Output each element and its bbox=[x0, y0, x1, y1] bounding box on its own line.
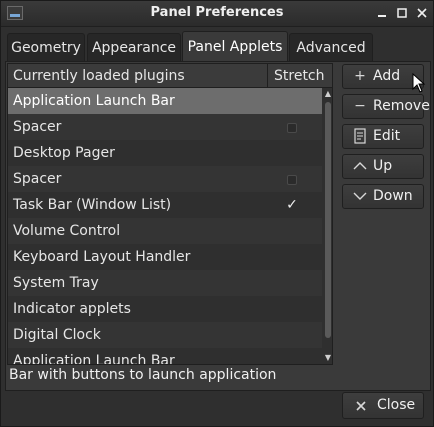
plugin-name: Spacer bbox=[13, 119, 62, 135]
stretch-checkbox[interactable]: ✓ bbox=[285, 192, 299, 218]
chevron-down-icon bbox=[351, 185, 369, 208]
tab-bar: Geometry Appearance Panel Applets Advanc… bbox=[5, 31, 431, 61]
column-header-stretch[interactable]: Stretch bbox=[267, 64, 331, 88]
list-item[interactable]: Application Launch Bar bbox=[8, 88, 322, 114]
close-x-icon bbox=[353, 393, 369, 418]
checkmark-icon: ✓ bbox=[286, 197, 298, 213]
list-item[interactable]: Volume Control bbox=[8, 218, 322, 244]
remove-button-label: Remove bbox=[373, 98, 430, 114]
plugin-name: Application Launch Bar bbox=[13, 353, 175, 365]
list-item[interactable]: Digital Clock bbox=[8, 322, 322, 348]
scroll-down-icon[interactable]: ▼ bbox=[324, 354, 332, 362]
list-item[interactable]: Keyboard Layout Handler bbox=[8, 244, 322, 270]
remove-button[interactable]: − Remove bbox=[342, 94, 430, 119]
move-down-button[interactable]: Down bbox=[342, 184, 424, 209]
list-item[interactable]: Indicator applets bbox=[8, 296, 322, 322]
scroll-up-icon[interactable]: ▲ bbox=[324, 90, 332, 98]
tab-panel-applets[interactable]: Panel Applets bbox=[182, 31, 288, 61]
column-header-plugins[interactable]: Currently loaded plugins bbox=[13, 64, 185, 88]
panel-preferences-window: Panel Preferences Geometry Appearance Pa… bbox=[0, 0, 434, 427]
list-header: Currently loaded plugins Stretch bbox=[8, 64, 332, 88]
list-item[interactable]: Application Launch Bar bbox=[8, 348, 322, 365]
list-item[interactable]: Task Bar (Window List) ✓ bbox=[8, 192, 322, 218]
list-item[interactable]: System Tray bbox=[8, 270, 322, 296]
plugin-name: Application Launch Bar bbox=[13, 93, 175, 109]
scrollbar[interactable]: ▲ ▼ bbox=[324, 88, 332, 364]
empty-checkbox-icon bbox=[287, 123, 297, 133]
plugin-name: Keyboard Layout Handler bbox=[13, 249, 191, 265]
plugin-name: Volume Control bbox=[13, 223, 121, 239]
edit-icon bbox=[351, 125, 369, 148]
close-icon[interactable] bbox=[415, 6, 429, 20]
plugin-name: Indicator applets bbox=[13, 301, 131, 317]
tab-geometry[interactable]: Geometry bbox=[7, 33, 85, 61]
minimize-icon[interactable] bbox=[375, 6, 389, 20]
scrollbar-thumb[interactable] bbox=[325, 102, 331, 338]
tab-appearance[interactable]: Appearance bbox=[87, 33, 181, 61]
list-rows: Application Launch Bar Spacer Desktop Page… bbox=[8, 88, 322, 365]
list-item[interactable]: Desktop Pager bbox=[8, 140, 322, 166]
chevron-up-icon bbox=[351, 155, 369, 178]
title-bar[interactable]: Panel Preferences bbox=[1, 1, 433, 27]
stretch-checkbox[interactable] bbox=[285, 114, 299, 140]
down-button-label: Down bbox=[373, 188, 413, 204]
minus-icon: − bbox=[354, 98, 366, 114]
plugin-name: Task Bar (Window List) bbox=[13, 197, 172, 213]
close-button[interactable]: Close bbox=[342, 392, 424, 419]
add-button-label: Add bbox=[373, 68, 401, 84]
empty-checkbox-icon bbox=[287, 175, 297, 185]
maximize-icon[interactable] bbox=[395, 6, 409, 20]
plugin-description: Bar with buttons to launch application bbox=[9, 367, 329, 385]
edit-button[interactable]: Edit bbox=[342, 124, 424, 149]
list-item[interactable]: Spacer bbox=[8, 114, 322, 140]
plus-icon: + bbox=[354, 68, 366, 84]
stretch-checkbox[interactable] bbox=[285, 166, 299, 192]
mouse-pointer-icon bbox=[412, 72, 426, 93]
plugin-name: Digital Clock bbox=[13, 327, 101, 343]
move-up-button[interactable]: Up bbox=[342, 154, 424, 179]
edit-button-label: Edit bbox=[373, 128, 401, 144]
plugin-name: System Tray bbox=[13, 275, 99, 291]
plugins-list[interactable]: Currently loaded plugins Stretch Applica… bbox=[7, 63, 333, 365]
up-button-label: Up bbox=[373, 158, 393, 174]
plugin-name: Spacer bbox=[13, 171, 62, 187]
window-title: Panel Preferences bbox=[150, 5, 284, 20]
plugin-name: Desktop Pager bbox=[13, 145, 115, 161]
tab-advanced[interactable]: Advanced bbox=[289, 33, 373, 61]
close-button-label: Close bbox=[377, 397, 416, 413]
list-item[interactable]: Spacer bbox=[8, 166, 322, 192]
